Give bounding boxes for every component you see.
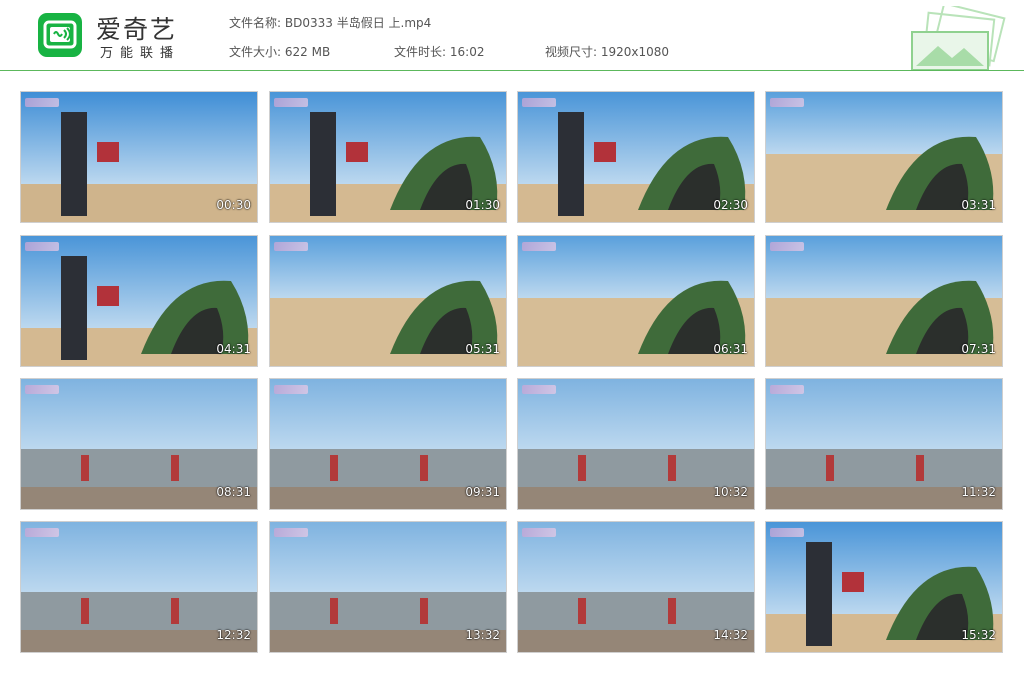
blurred-watermark: [522, 528, 556, 537]
blurred-watermark: [25, 385, 59, 394]
video-dimensions-label: 视频尺寸:: [545, 45, 598, 59]
file-size-value: 622 MB: [284, 45, 331, 59]
video-thumbnail[interactable]: 12:32: [20, 521, 258, 653]
thumbnail-timestamp: 07:31: [961, 342, 996, 356]
header-divider: [0, 70, 1024, 71]
thumbnail-timestamp: 05:31: [465, 342, 500, 356]
video-thumbnail[interactable]: 10:32: [517, 378, 755, 510]
thumbnail-timestamp: 09:31: [465, 485, 500, 499]
blurred-watermark: [522, 98, 556, 107]
video-thumbnail[interactable]: 15:32: [765, 521, 1003, 653]
blurred-watermark: [274, 242, 308, 251]
video-thumbnail[interactable]: 06:31: [517, 235, 755, 367]
brand-title: 爱奇艺: [96, 15, 178, 44]
thumbnail-timestamp: 15:32: [961, 628, 996, 642]
header: 爱奇艺 万能联播 文件名称: BD0333 半岛假日 上.mp4 文件大小: 6…: [0, 0, 1024, 70]
blurred-watermark: [770, 528, 804, 537]
iqiyi-logo: [38, 13, 82, 57]
blurred-watermark: [274, 98, 308, 107]
blurred-watermark: [770, 242, 804, 251]
thumbnail-timestamp: 02:30: [713, 198, 748, 212]
blurred-watermark: [25, 528, 59, 537]
file-duration-value: 16:02: [449, 45, 485, 59]
blurred-watermark: [770, 98, 804, 107]
brand-subtitle: 万能联播: [100, 46, 181, 61]
thumbnail-timestamp: 14:32: [713, 628, 748, 642]
video-thumbnail[interactable]: 01:30: [269, 91, 507, 223]
thumbnail-timestamp: 13:32: [465, 628, 500, 642]
thumbnail-timestamp: 00:30: [216, 198, 251, 212]
video-thumbnail[interactable]: 09:31: [269, 378, 507, 510]
blurred-watermark: [522, 385, 556, 394]
file-size: 文件大小: 622 MB: [229, 43, 330, 60]
blurred-watermark: [274, 528, 308, 537]
thumbnail-timestamp: 12:32: [216, 628, 251, 642]
file-name-value: BD0333 半岛假日 上.mp4: [284, 16, 432, 30]
thumbnail-timestamp: 11:32: [961, 485, 996, 499]
video-thumbnail[interactable]: 03:31: [765, 91, 1003, 223]
thumbnail-timestamp: 01:30: [465, 198, 500, 212]
video-thumbnail[interactable]: 13:32: [269, 521, 507, 653]
thumbnail-timestamp: 08:31: [216, 485, 251, 499]
thumbnail-timestamp: 10:32: [713, 485, 748, 499]
video-thumbnail[interactable]: 08:31: [20, 378, 258, 510]
blurred-watermark: [25, 98, 59, 107]
video-dimensions-value: 1920x1080: [600, 45, 670, 59]
blurred-watermark: [25, 242, 59, 251]
file-name-label: 文件名称:: [229, 16, 282, 30]
thumbnail-timestamp: 04:31: [216, 342, 251, 356]
thumbnail-timestamp: 03:31: [961, 198, 996, 212]
thumbnail-timestamp: 06:31: [713, 342, 748, 356]
video-dimensions: 视频尺寸: 1920x1080: [545, 43, 669, 60]
blurred-watermark: [522, 242, 556, 251]
file-duration: 文件时长: 16:02: [394, 43, 484, 60]
video-thumbnail[interactable]: 02:30: [517, 91, 755, 223]
tv-logo-icon: [43, 20, 77, 49]
file-duration-label: 文件时长:: [394, 45, 447, 59]
blurred-watermark: [770, 385, 804, 394]
file-name: 文件名称: BD0333 半岛假日 上.mp4: [229, 14, 431, 31]
video-thumbnail[interactable]: 00:30: [20, 91, 258, 223]
video-thumbnail[interactable]: 14:32: [517, 521, 755, 653]
blurred-watermark: [274, 385, 308, 394]
file-size-label: 文件大小:: [229, 45, 282, 59]
photo-stack-decoration-icon: [911, 6, 1006, 70]
video-thumbnail[interactable]: 04:31: [20, 235, 258, 367]
video-thumbnail[interactable]: 11:32: [765, 378, 1003, 510]
video-thumbnail[interactable]: 07:31: [765, 235, 1003, 367]
video-thumbnail[interactable]: 05:31: [269, 235, 507, 367]
